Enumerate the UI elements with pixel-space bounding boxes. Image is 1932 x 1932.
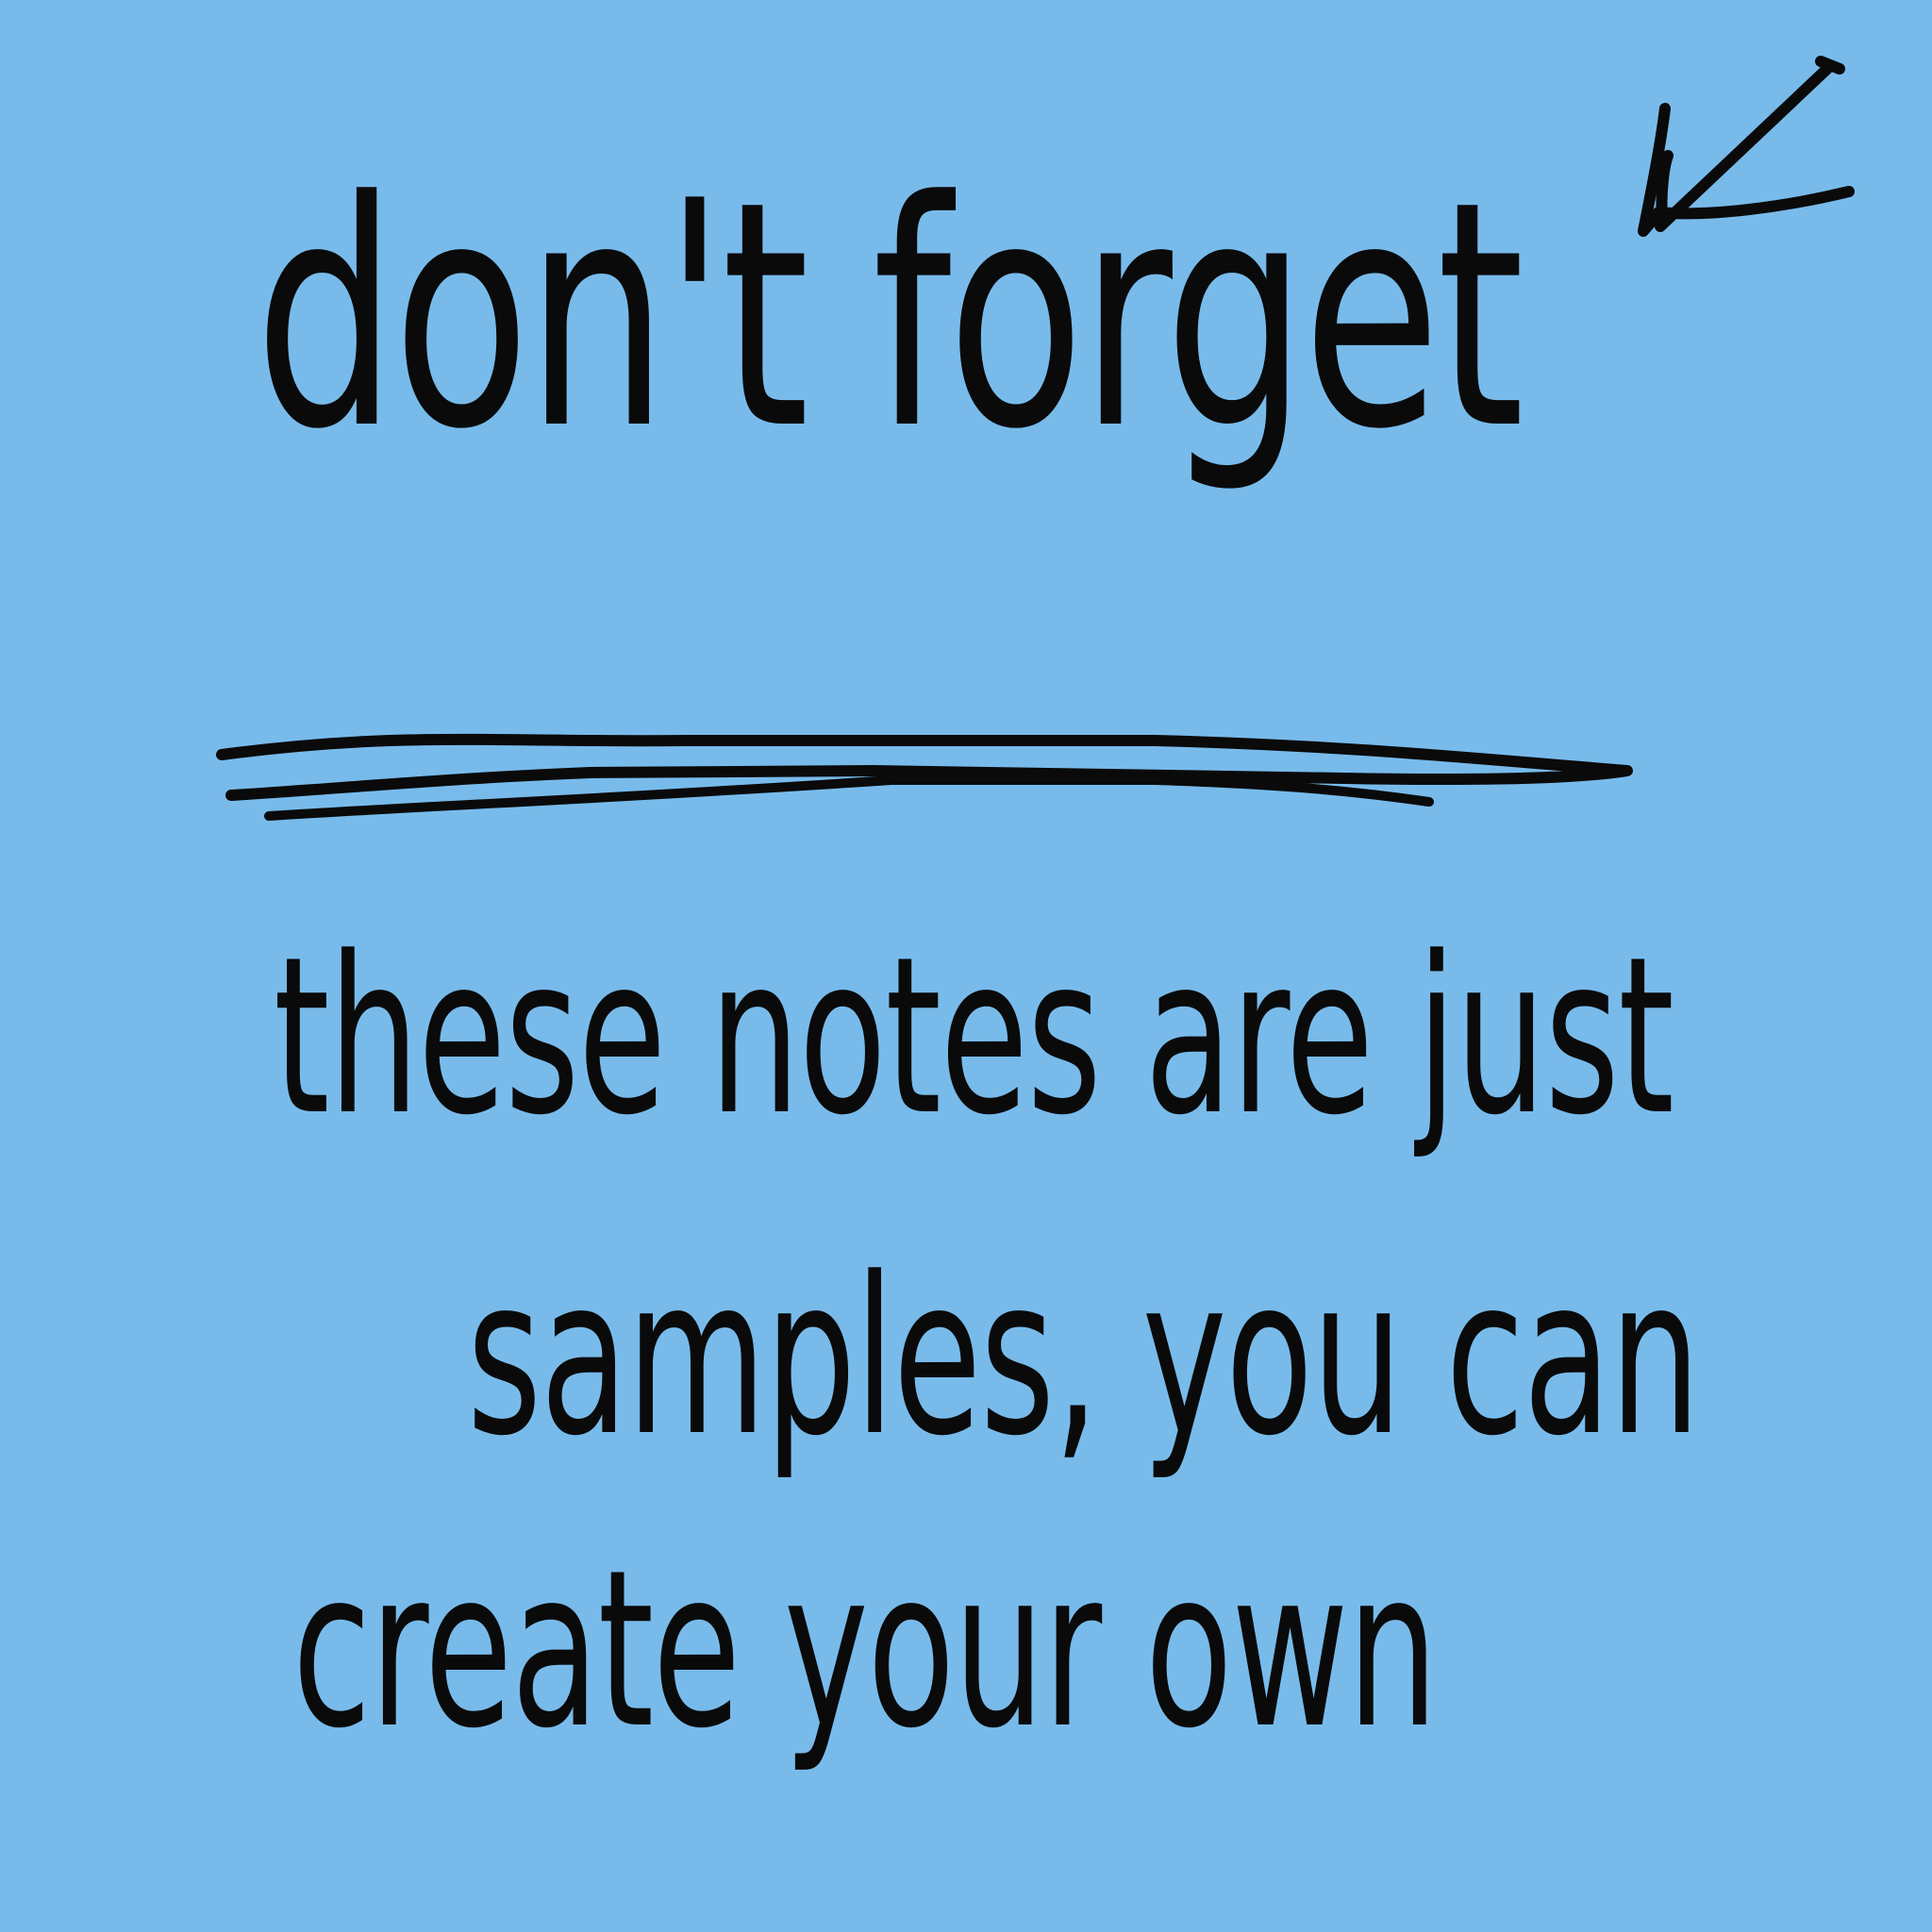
sticky-note: don't forget these notes are just sample… xyxy=(0,0,1932,1932)
message-line: these notes are just xyxy=(274,911,1674,1163)
note-message: these notes are just samples, you can cr… xyxy=(0,0,1932,1932)
message-line: samples, you can xyxy=(467,1232,1701,1484)
message-line: create your own xyxy=(292,1524,1438,1776)
